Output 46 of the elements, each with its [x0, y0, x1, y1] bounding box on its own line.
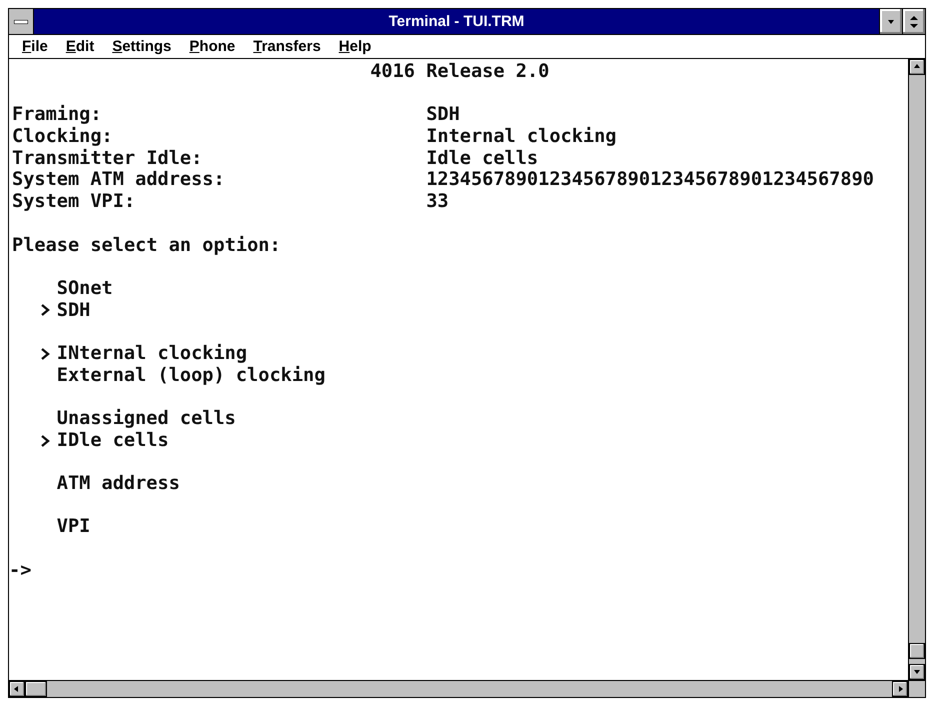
field-label: System ATM address:	[12, 169, 225, 190]
menu-option[interactable]: IDle cells	[56, 430, 169, 452]
menu-item[interactable]: Settings	[103, 38, 180, 55]
prompt-text: Please select an option:	[12, 234, 281, 256]
restore-button[interactable]	[902, 9, 925, 34]
menu-item[interactable]: File	[13, 38, 57, 55]
up-down-triangles-icon	[910, 16, 918, 28]
dash-icon	[14, 20, 28, 24]
command-prompt: ->	[9, 560, 32, 582]
release-header: 4016 Release 2.0	[370, 61, 550, 83]
scroll-up-button[interactable]	[909, 59, 925, 75]
menu-item[interactable]: Transfers	[244, 38, 330, 55]
field-label: System VPI:	[12, 191, 136, 212]
window-title: Terminal - TUI.TRM	[388, 12, 526, 32]
menu-item[interactable]: Help	[330, 38, 380, 55]
menu-option[interactable]: Unassigned cells	[56, 408, 236, 430]
down-triangle-icon	[887, 18, 895, 26]
menu-option[interactable]: SDH	[56, 300, 90, 322]
field-value: 1234567890123456789012345678901234567890	[426, 169, 874, 192]
menu-option[interactable]: VPI	[56, 516, 90, 538]
menu-option[interactable]: ATM address	[56, 473, 180, 495]
horizontal-scrollbar[interactable]	[9, 680, 908, 697]
scroll-thumb[interactable]	[25, 681, 47, 697]
scroll-left-button[interactable]	[9, 681, 25, 697]
scroll-thumb[interactable]	[909, 643, 925, 659]
field-value: Internal clocking	[426, 126, 616, 148]
menu-item[interactable]: Phone	[180, 38, 244, 55]
field-value: Idle cells	[426, 148, 538, 170]
menu-option[interactable]: External (loop) clocking	[56, 364, 326, 386]
menu-item[interactable]: Edit	[56, 38, 104, 55]
scroll-right-button[interactable]	[892, 681, 908, 697]
field-label: Transmitter Idle:	[12, 148, 202, 169]
menu-option[interactable]: INternal clocking	[56, 342, 248, 365]
minimize-button[interactable]	[879, 9, 902, 34]
field-value: 33	[426, 191, 449, 213]
vertical-scrollbar[interactable]	[908, 59, 925, 680]
field-label: Clocking:	[12, 126, 113, 148]
down-arrow-icon	[913, 668, 921, 676]
field-label: Framing:	[12, 104, 102, 126]
scroll-down-button[interactable]	[909, 664, 925, 680]
control-menu-button[interactable]	[9, 9, 34, 34]
right-arrow-icon	[896, 685, 904, 693]
up-arrow-icon	[913, 63, 921, 71]
left-arrow-icon	[13, 685, 21, 693]
field-value: SDH	[426, 104, 460, 126]
menu-option[interactable]: SOnet	[56, 278, 113, 300]
